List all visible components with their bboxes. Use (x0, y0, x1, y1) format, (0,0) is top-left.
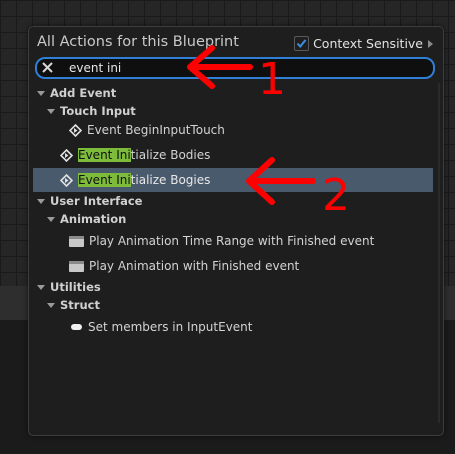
annotation-overlay: 1 2 (187, 45, 350, 221)
annotation-label-1: 1 (258, 54, 286, 105)
arrow-2-icon (246, 157, 316, 205)
arrow-1-icon (187, 45, 253, 89)
annotation-label-2: 2 (322, 170, 350, 221)
